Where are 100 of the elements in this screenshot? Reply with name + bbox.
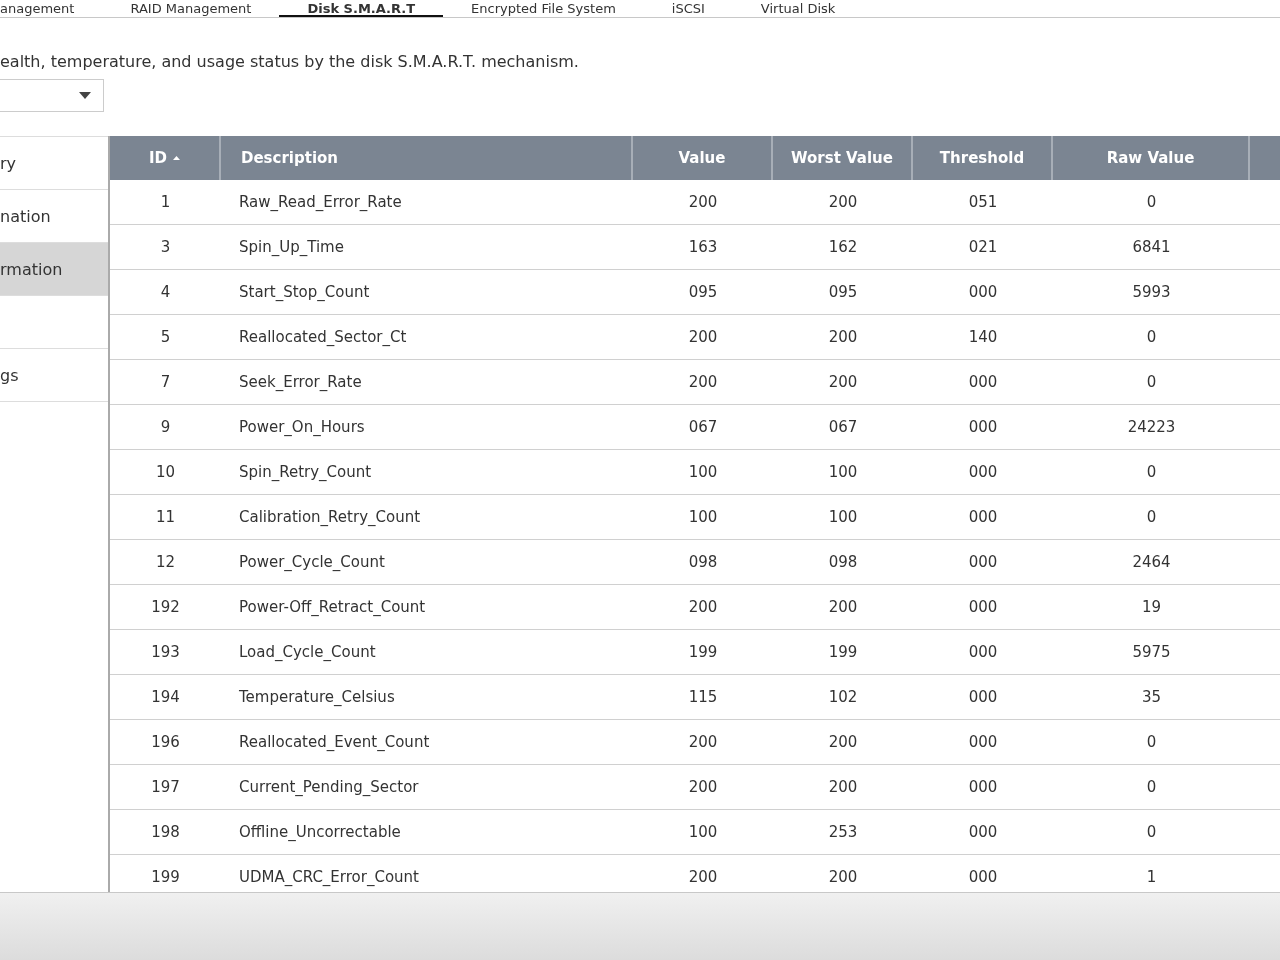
table-cell-text: 199 [687, 642, 719, 663]
table-cell-text: Start_Stop_Count [238, 282, 371, 303]
tab[interactable]: iSCSI [643, 2, 733, 17]
table-cell-text: Seek_Error_Rate [238, 372, 363, 393]
table-cell-text: 051 [967, 192, 999, 213]
table-cell-text: 000 [967, 732, 999, 753]
table-cell-text: 200 [687, 192, 719, 213]
table-cell-text: 1 [159, 192, 172, 213]
table-cell-text: 100 [687, 507, 719, 528]
tab[interactable]: Virtual Disk [732, 2, 864, 17]
table-cell-text: Reallocated_Sector_Ct [238, 327, 408, 348]
tab[interactable]: anagement [0, 2, 103, 17]
table-cell-text: 200 [827, 777, 859, 798]
tab[interactable]: Disk S.M.A.R.T [279, 2, 444, 17]
table-cell-text: 200 [687, 777, 719, 798]
table-cell-text: 100 [827, 507, 859, 528]
table-cell-text: 197 [150, 777, 181, 798]
table-cell-text: 200 [687, 597, 719, 618]
column-header[interactable]: Raw Value [1053, 136, 1250, 180]
table-cell-text: 0 [1145, 507, 1158, 528]
table-cell-text: 9 [159, 417, 172, 438]
tab[interactable]: RAID Management [102, 2, 280, 17]
table-cell-text: 000 [967, 372, 999, 393]
table-cell-text: 000 [967, 462, 999, 483]
table-cell-text: 35 [1140, 687, 1163, 708]
table-cell-text: 067 [687, 417, 719, 438]
table-cell-text: Temperature_Celsius [238, 687, 396, 708]
dropdown[interactable] [0, 79, 104, 112]
table-cell-text: 200 [687, 732, 719, 753]
table-cell-text: 5993 [1131, 282, 1172, 303]
table-cell-text: 100 [827, 462, 859, 483]
table-cell-text: 000 [967, 642, 999, 663]
table-cell-text: 2464 [1131, 552, 1172, 573]
table-cell-text: 193 [150, 642, 181, 663]
sidebar-item[interactable]: ry [0, 136, 108, 190]
table-cell-text: 196 [150, 732, 181, 753]
table-cell-text: 24223 [1126, 417, 1177, 438]
table-cell-text: 163 [687, 237, 719, 258]
table-cell-text: 140 [967, 327, 999, 348]
column-header[interactable]: Worst Value [773, 136, 913, 180]
table-cell-text: Reallocated_Event_Count [238, 732, 431, 753]
column-header[interactable]: Threshold [913, 136, 1053, 180]
table-cell-text: 095 [827, 282, 859, 303]
table-cell-text: 200 [827, 732, 859, 753]
table-cell-text: 021 [967, 237, 999, 258]
table-cell-text: 199 [827, 642, 859, 663]
table-cell-text: 0 [1145, 372, 1158, 393]
table-cell-text: 000 [967, 417, 999, 438]
table-cell-text: Spin_Up_Time [238, 237, 345, 258]
table-cell-text: 000 [967, 687, 999, 708]
table-cell-text: 3 [159, 237, 172, 258]
table-cell-text: 200 [827, 192, 859, 213]
table-cell-text: 0 [1145, 327, 1158, 348]
table-cell-text: 0 [1145, 777, 1158, 798]
table-cell-text: 200 [827, 327, 859, 348]
table-cell-text: 12 [154, 552, 177, 573]
table-cell-text: Load_Cycle_Count [238, 642, 377, 663]
table-cell-text: 115 [687, 687, 719, 708]
table-cell-text: 0 [1145, 462, 1158, 483]
table-cell-text: 100 [687, 822, 719, 843]
table-cell-text: 095 [687, 282, 719, 303]
table-cell-text: 0 [1145, 192, 1158, 213]
table-cell-text: 11 [154, 507, 177, 528]
table-cell-text: 200 [687, 372, 719, 393]
table-cell-text: 199 [150, 867, 181, 888]
table-cell-text: Calibration_Retry_Count [238, 507, 422, 528]
table-cell-text: Current_Pending_Sector [238, 777, 420, 798]
table-cell-text: 1 [1145, 867, 1158, 888]
table-cell-text: 102 [827, 687, 859, 708]
table-cell-text: 6841 [1131, 237, 1172, 258]
table-cell-text: 000 [967, 777, 999, 798]
description-text: ealth, temperature, and usage status by the disk S.M.A.R.T. mechanism. [0, 52, 580, 73]
table-cell-text: Power-Off_Retract_Count [238, 597, 427, 618]
table-cell-text: 067 [827, 417, 859, 438]
table-cell-text: 000 [967, 552, 999, 573]
table-cell-text: 200 [687, 867, 719, 888]
table-cell-text: 098 [827, 552, 859, 573]
table-cell-text: 198 [150, 822, 181, 843]
table-cell-text: 200 [687, 327, 719, 348]
table-cell-text: 200 [827, 597, 859, 618]
table-cell-text: UDMA_CRC_Error_Count [238, 867, 420, 888]
table-cell-text: 19 [1140, 597, 1163, 618]
table-cell-text: 200 [827, 867, 859, 888]
table-cell-text: 7 [159, 372, 172, 393]
table-cell-text: 253 [827, 822, 859, 843]
column-header[interactable]: ID [110, 136, 221, 180]
table-cell-text: 192 [150, 597, 181, 618]
table-cell-text: 0 [1145, 732, 1158, 753]
table-cell-text: 5975 [1131, 642, 1172, 663]
table-cell-text: 162 [827, 237, 859, 258]
sidebar-item[interactable]: rmation [0, 243, 108, 296]
table-cell-text: 4 [159, 282, 172, 303]
table-cell-text: 000 [967, 507, 999, 528]
table-cell-text: 5 [159, 327, 172, 348]
table-cell-text: 000 [967, 867, 999, 888]
column-header[interactable]: Value [633, 136, 773, 180]
table-cell-text: Offline_Uncorrectable [238, 822, 402, 843]
tab[interactable]: Encrypted File System [443, 2, 644, 17]
caret-icon [79, 92, 91, 99]
column-header[interactable]: Description [221, 136, 633, 180]
